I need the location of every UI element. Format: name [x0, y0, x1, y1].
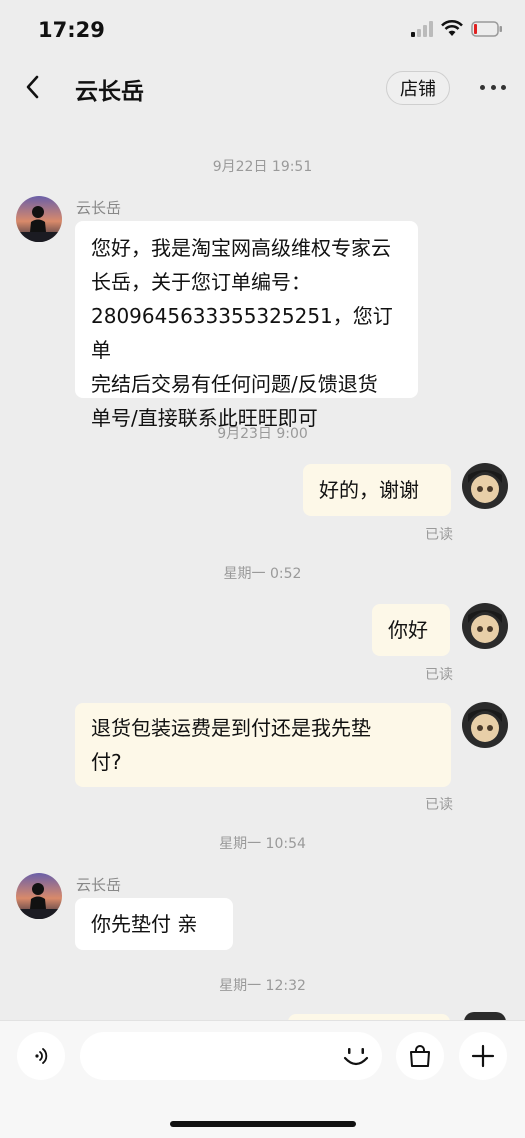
- back-button[interactable]: [20, 72, 48, 102]
- timestamp: 9月22日 19:51: [212, 159, 313, 175]
- chat-title: 云长岳: [75, 79, 144, 105]
- battery-icon: [471, 20, 502, 37]
- avatar-doll-icon: [462, 702, 508, 748]
- message-line: 完结后交易有任何问题/反馈退货: [91, 372, 378, 396]
- timestamp: 星期一 12:32: [219, 978, 306, 994]
- chevron-left-icon: [26, 75, 39, 99]
- avatar-doll-icon: [462, 463, 508, 509]
- timestamp: 星期一 10:54: [219, 836, 306, 852]
- avatar-silhouette-icon: [16, 196, 62, 242]
- shopping-bag-icon: [410, 1045, 430, 1067]
- voice-button[interactable]: [17, 1032, 65, 1080]
- message-bubble[interactable]: 您好，我是淘宝网高级维权专家云 长岳，关于您订单编号： 280964563335…: [75, 221, 418, 430]
- timestamp: 星期一 0:52: [223, 566, 302, 582]
- status-time: 17:29: [38, 18, 105, 42]
- sender-name: 云长岳: [76, 876, 122, 894]
- message-bubble[interactable]: 退货包装运费是到付还是我先垫 付?: [75, 703, 451, 787]
- read-status: 已读: [425, 667, 453, 683]
- message-bubble[interactable]: 好的，谢谢: [303, 464, 451, 516]
- message-input[interactable]: [80, 1032, 382, 1080]
- message-line: 您好，我是淘宝网高级维权专家云: [91, 236, 391, 260]
- message-bubble[interactable]: 你好: [372, 604, 450, 656]
- more-button[interactable]: [480, 76, 506, 98]
- timestamp: 9月23日 9:00: [217, 426, 308, 442]
- plus-icon: [471, 1044, 495, 1068]
- ellipsis-icon: [480, 84, 485, 90]
- message-line: 2809645633355325251，您订单: [91, 304, 393, 362]
- read-status: 已读: [425, 797, 453, 813]
- voice-icon: [35, 1048, 48, 1064]
- emoji-icon: [343, 1048, 369, 1066]
- message-line: 长岳，关于您订单编号：: [91, 270, 311, 294]
- bag-button[interactable]: [396, 1032, 444, 1080]
- avatar-seller[interactable]: [16, 873, 62, 919]
- shop-button[interactable]: 店铺: [386, 71, 450, 105]
- avatar-user[interactable]: [462, 702, 508, 748]
- home-indicator: [170, 1121, 356, 1127]
- sender-name: 云长岳: [76, 199, 122, 217]
- read-status: 已读: [425, 527, 453, 543]
- message-line: 付?: [91, 750, 122, 774]
- avatar-user[interactable]: [462, 463, 508, 509]
- message-line: 退货包装运费是到付还是我先垫: [91, 716, 371, 740]
- message-bubble[interactable]: 你先垫付 亲: [75, 898, 233, 950]
- avatar-silhouette-icon: [16, 873, 62, 919]
- plus-button[interactable]: [459, 1032, 507, 1080]
- emoji-button[interactable]: [340, 1040, 372, 1072]
- avatar-seller[interactable]: [16, 196, 62, 242]
- avatar-doll-icon: [462, 603, 508, 649]
- avatar-user[interactable]: [462, 603, 508, 649]
- wifi-icon: [441, 20, 463, 36]
- signal-icon: [411, 20, 433, 37]
- status-icons: [411, 20, 503, 37]
